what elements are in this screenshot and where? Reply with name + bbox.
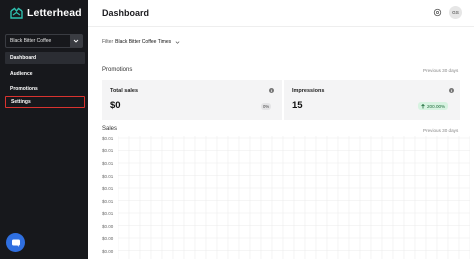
filter-dropdown[interactable]: Filter Black Bitter Coffee Times (102, 39, 180, 45)
y-tick-label: $0.01 (102, 136, 114, 141)
info-icon[interactable]: i (269, 88, 274, 93)
y-tick-label: $0.01 (102, 199, 114, 204)
sales-period: Previous 30 days (423, 128, 459, 133)
sidebar-item-label: Settings (11, 99, 31, 105)
sidebar-item-label: Dashboard (10, 55, 37, 61)
app-logo[interactable]: Letterhead (10, 7, 82, 19)
sidebar-item-audience[interactable]: Audience (5, 68, 85, 80)
info-icon[interactable]: i (449, 88, 454, 93)
letterhead-logo-icon (10, 7, 23, 19)
header-divider (88, 26, 474, 27)
card-title: Impressions (292, 88, 325, 94)
y-tick-label: $0.01 (102, 186, 114, 191)
filter-value: Black Bitter Coffee Times (115, 39, 172, 45)
growth-badge-value: 200.00% (427, 103, 446, 109)
sidebar-item-dashboard[interactable]: Dashboard (5, 52, 85, 64)
app-name: Letterhead (27, 7, 82, 19)
sidebar-item-settings[interactable]: Settings (5, 96, 85, 108)
growth-badge: 200.00% (418, 102, 449, 110)
sidebar: Letterhead Black Bitter Coffee Dashboard… (0, 0, 88, 259)
y-tick-label: $0.01 (102, 211, 114, 216)
chevron-down-icon (175, 40, 180, 44)
chevron-down-icon[interactable] (70, 35, 82, 47)
sales-section-title: Sales (102, 126, 118, 132)
card-value: $0 (110, 100, 121, 111)
avatar[interactable]: GS (449, 6, 462, 19)
sidebar-item-promotions[interactable]: Promotions (5, 83, 85, 95)
y-tick-label: $0.00 (102, 236, 114, 241)
card-value: 15 (292, 100, 303, 111)
publication-select[interactable]: Black Bitter Coffee (5, 34, 83, 48)
arrow-up-icon (421, 103, 425, 108)
sidebar-item-label: Audience (10, 71, 33, 77)
change-badge: 0% (261, 103, 272, 110)
publication-select-value: Black Bitter Coffee (10, 38, 52, 44)
main-content: Dashboard GS Filter Black Bitter Coffee … (88, 0, 474, 259)
filter-label: Filter (102, 39, 114, 45)
total-sales-card: Total sales $0 i 0% (102, 80, 282, 120)
y-tick-label: $0.00 (102, 249, 114, 254)
promotions-period: Previous 30 days (423, 68, 459, 73)
gear-icon[interactable] (433, 8, 442, 17)
help-chat-button[interactable] (6, 233, 25, 252)
y-tick-label: $0.00 (102, 224, 114, 229)
sidebar-item-label: Promotions (10, 86, 38, 92)
page-title: Dashboard (102, 8, 150, 18)
y-tick-label: $0.01 (102, 148, 114, 153)
sales-chart-grid (118, 136, 470, 259)
chat-bubble-icon (11, 239, 20, 247)
y-tick-label: $0.01 (102, 161, 114, 166)
y-tick-label: $0.01 (102, 174, 114, 179)
card-title: Total sales (110, 88, 139, 94)
impressions-card: Impressions 15 i 200.00% (284, 80, 460, 120)
promotions-section-title: Promotions (102, 67, 133, 73)
